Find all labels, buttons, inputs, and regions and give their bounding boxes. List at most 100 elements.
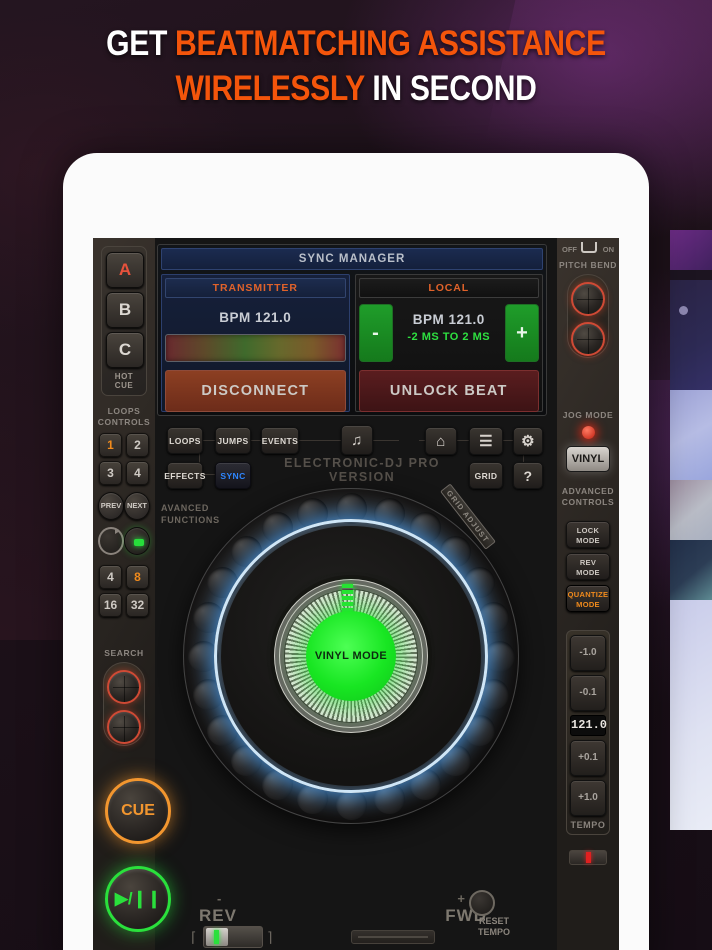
local-pane: LOCAL - BPM 121.0 -2 MS TO 2 MS + UNLOCK… [354, 274, 543, 412]
app-brand-text: ELECTRONIC-DJ PRO VERSION [284, 456, 440, 484]
headline-line-1: GET BEATMATCHING ASSISTANCE [50, 22, 662, 67]
list-icon: ☰ [479, 433, 493, 450]
hotcue-c-button[interactable]: C [106, 332, 144, 368]
neighbor-band [670, 480, 712, 540]
local-offset-range: -2 MS TO 2 MS [407, 331, 491, 343]
bpm-increment-button[interactable]: + [505, 304, 539, 362]
pitch-bend-knob-up[interactable] [571, 282, 605, 316]
quantize-mode-line-2: MODE [576, 600, 600, 609]
toggle-on-label: ON [602, 245, 614, 254]
toolbar-events-button[interactable]: EVENTS [261, 427, 299, 454]
toolbar-help-button[interactable]: ? [513, 462, 543, 489]
quantize-mode-line-1: QUANTIZE [567, 590, 609, 599]
tempo-plus-01-button[interactable]: +0.1 [570, 740, 606, 776]
search-knob-fine[interactable] [107, 710, 141, 744]
sync-manager-panel: SYNC MANAGER TRANSMITTER BPM 121.0 DISCO… [157, 244, 547, 416]
beats-button-32[interactable]: 32 [126, 593, 149, 617]
music-note-button[interactable]: ♫ [341, 425, 373, 455]
deck-toolbar: LOOPS JUMPS EVENTS ♫ ⌂ ☰ ⚙ EFFECTS SYNC … [157, 422, 547, 494]
jog-mode-led-light [581, 426, 595, 439]
jog-wheel[interactable]: GRID ADJUST VINYL MODE [183, 483, 519, 824]
hotcue-a-button[interactable]: A [106, 252, 144, 288]
transmitter-pane: TRANSMITTER BPM 121.0 DISCONNECT [161, 274, 350, 412]
tempo-display: 121.0 [570, 715, 607, 736]
slider-bracket-right: ⌉ [267, 929, 273, 945]
toolbar-sync-button[interactable]: SYNC [215, 462, 251, 489]
right-control-column: OFF ON PITCH BEND JOG MODE VINYL ADVANCE… [557, 238, 619, 950]
device-frame: A B C HOT CUE LOOPS CONTROLS 1 2 3 4 PRE… [63, 153, 649, 950]
toolbar-effects-button[interactable]: EFFECTS [164, 462, 205, 489]
hotcue-b-button[interactable]: B [106, 292, 144, 328]
loop-reload-icon[interactable] [98, 527, 125, 555]
tempo-mode-slider[interactable] [569, 850, 607, 865]
loops-controls-label-1: LOOPS [107, 406, 141, 416]
promo-headline: GET BEATMATCHING ASSISTANCE WIRELESSLY I… [0, 22, 712, 112]
pitch-bend-toggle[interactable]: OFF ON [557, 242, 619, 256]
headline-white-2: IN SECOND [364, 68, 537, 108]
search-knob-coarse[interactable] [107, 670, 141, 704]
toolbar-loops-button[interactable]: LOOPS [167, 427, 203, 454]
reset-tempo-line-2: TEMPO [477, 927, 510, 937]
disconnect-button[interactable]: DISCONNECT [165, 370, 346, 412]
unlock-beat-button[interactable]: UNLOCK BEAT [358, 370, 539, 412]
prev-next-row: PREV NEXT [93, 492, 155, 520]
gear-icon: ⚙ [521, 433, 535, 450]
advanced-controls-line-1: ADVANCED [561, 486, 615, 496]
hotcue-label: HOT CUE [114, 372, 134, 390]
next-button[interactable]: NEXT [124, 492, 150, 520]
toolbar-grid-button[interactable]: GRID [469, 462, 503, 489]
prev-button[interactable]: PREV [98, 492, 124, 520]
slider-bracket-left: ⌈ [191, 929, 197, 945]
loop-reload-row [93, 527, 155, 555]
rev-mode-button[interactable]: REV MODE [566, 553, 610, 580]
beats-button-4[interactable]: 4 [99, 565, 122, 589]
tempo-minus-1-button[interactable]: -1.0 [570, 635, 606, 671]
loop-button-3[interactable]: 3 [99, 461, 122, 485]
vinyl-mode-button-wrap: VINYL [557, 446, 619, 472]
rev-label: REV [199, 906, 237, 925]
mode-button-stack: LOCK MODE REV MODE QUANTIZE MODE [557, 516, 619, 612]
toggle-off-label: OFF [562, 245, 577, 254]
local-readout: BPM 121.0 -2 MS TO 2 MS [397, 304, 502, 362]
music-note-icon: ♫ [351, 431, 363, 449]
jog-mode-led [557, 426, 619, 439]
playlist-button[interactable]: ☰ [469, 427, 503, 455]
tempo-minus-01-button[interactable]: -0.1 [570, 675, 606, 711]
settings-button[interactable]: ⚙ [513, 427, 543, 455]
loop-number-grid: 1 2 3 4 [93, 433, 155, 485]
toolbar-jumps-button[interactable]: JUMPS [215, 427, 251, 454]
lock-mode-button[interactable]: LOCK MODE [566, 521, 610, 548]
reset-tempo-knob[interactable] [469, 890, 495, 916]
carousel-neighbor-screenshot[interactable] [670, 230, 712, 950]
quantize-mode-button[interactable]: QUANTIZE MODE [566, 585, 610, 612]
headline-orange-1: BEATMATCHING ASSISTANCE [175, 24, 606, 63]
neighbor-band [670, 230, 712, 270]
beats-button-16[interactable]: 16 [99, 593, 122, 617]
vinyl-mode-button[interactable]: VINYL [566, 446, 610, 472]
cue-button[interactable]: CUE [105, 778, 171, 844]
hotcue-group: A B C HOT CUE [101, 246, 147, 396]
vinyl-mode-indicator[interactable]: VINYL MODE [306, 611, 396, 701]
neighbor-band [670, 600, 712, 830]
fwd-plus-sign: + [457, 891, 465, 906]
loop-active-led-button[interactable] [124, 527, 150, 555]
pitch-bend-label: PITCH BEND [559, 260, 617, 270]
tempo-group-label: TEMPO [570, 820, 606, 830]
vinyl-decelerate-slider[interactable] [203, 926, 263, 948]
tempo-control-group: -1.0 -0.1 121.0 +0.1 +1.0 TEMPO [566, 630, 610, 835]
bpm-decrement-button[interactable]: - [358, 304, 393, 362]
promo-screenshot: GET BEATMATCHING ASSISTANCE WIRELESSLY I… [0, 0, 712, 950]
pitch-bend-knob-down[interactable] [571, 322, 605, 356]
crossfader-pill[interactable] [351, 930, 435, 944]
local-bpm: BPM 121.0 [412, 312, 485, 327]
loop-button-2[interactable]: 2 [126, 433, 149, 457]
bottom-control-strip: - REV + FWD ⌈ ⌉ VINYL DECELERATE MODE RE… [155, 878, 557, 950]
pitch-bend-knob-pair [567, 274, 609, 358]
loop-button-4[interactable]: 4 [126, 461, 149, 485]
loop-button-1[interactable]: 1 [99, 433, 122, 457]
beats-button-8[interactable]: 8 [126, 565, 149, 589]
tempo-plus-1-button[interactable]: +1.0 [570, 780, 606, 816]
slider-knob[interactable] [206, 928, 228, 946]
toggle-switch-icon [581, 242, 597, 253]
home-button[interactable]: ⌂ [425, 427, 457, 455]
